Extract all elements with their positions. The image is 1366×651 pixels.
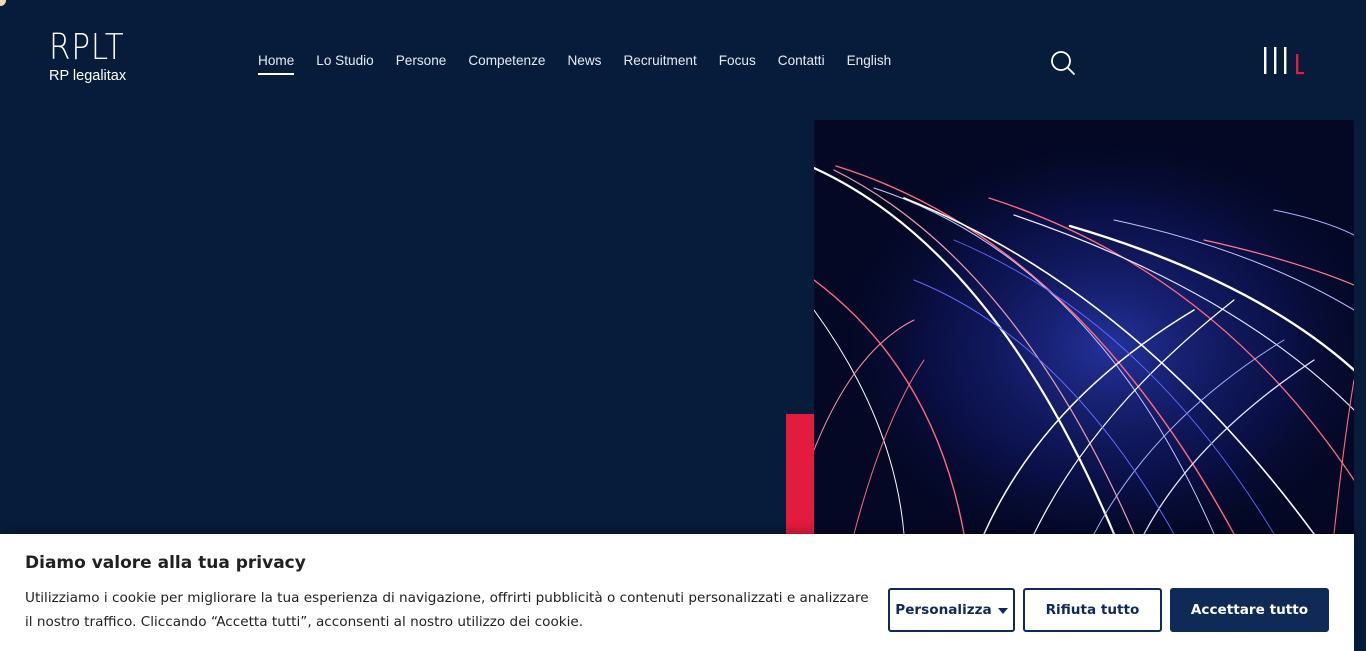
cookie-description: Utilizziamo i cookie per migliorare la t… [25, 590, 869, 630]
accept-all-button[interactable]: Accettare tutto [1170, 588, 1329, 632]
logo-mark: RPLT [49, 27, 125, 68]
site-logo[interactable]: RPLT RP legalitax [49, 30, 137, 85]
nav-competenze[interactable]: Competenze [468, 52, 545, 70]
search-icon [1051, 51, 1075, 75]
cookie-title: Diamo valore alla tua privacy [25, 553, 306, 573]
caret-down-icon [997, 608, 1008, 614]
nav-recruitment[interactable]: Recruitment [623, 52, 696, 70]
light-trails-graphic [814, 120, 1354, 534]
corner-dot [0, 0, 6, 6]
reject-all-button[interactable]: Rifiuta tutto [1023, 588, 1162, 632]
main-navigation: Home Lo Studio Persone Competenze News R… [258, 52, 913, 75]
page: RPLT RP legalitax Home Lo Studio Persone… [0, 0, 1366, 651]
nav-news[interactable]: News [567, 52, 601, 70]
nav-home[interactable]: Home [258, 52, 295, 75]
logo-subtitle: RP legalitax [49, 68, 127, 84]
hero-image [814, 120, 1354, 534]
menu-button[interactable] [1262, 46, 1306, 76]
nav-persone[interactable]: Persone [396, 52, 447, 70]
menu-icon [1264, 47, 1304, 75]
nav-english[interactable]: English [847, 52, 892, 70]
nav-focus[interactable]: Focus [719, 52, 756, 70]
cookie-consent-banner: Diamo valore alla tua privacy Utilizziam… [0, 534, 1354, 651]
customize-button-label: Personalizza [895, 602, 992, 618]
nav-lo-studio[interactable]: Lo Studio [316, 52, 373, 70]
nav-contatti[interactable]: Contatti [778, 52, 825, 70]
search-button[interactable] [1050, 50, 1076, 76]
customize-button[interactable]: Personalizza [888, 588, 1015, 632]
hero-red-accent [786, 414, 814, 534]
